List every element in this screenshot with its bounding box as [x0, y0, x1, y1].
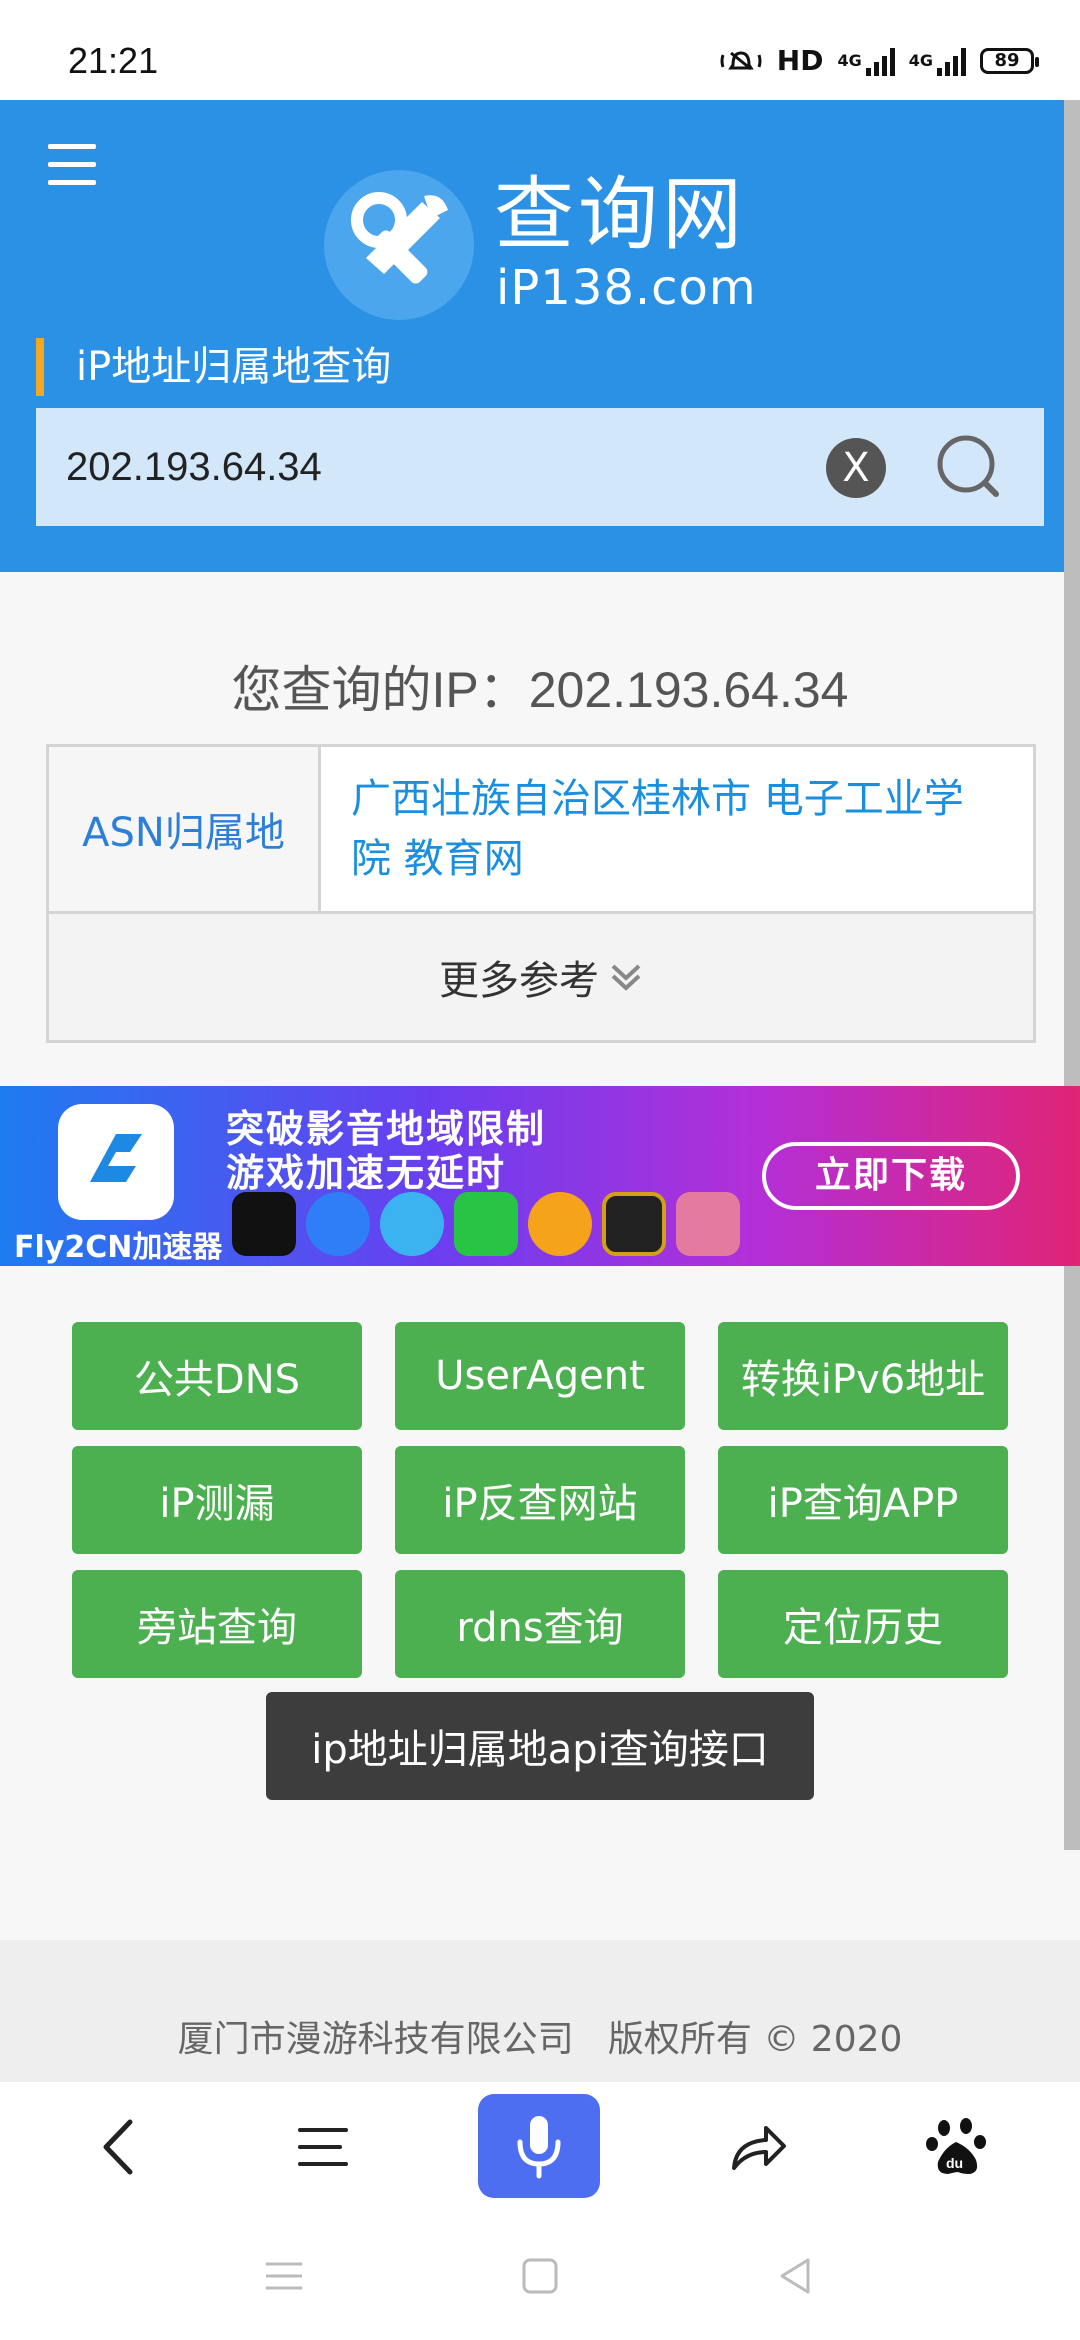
copyright-text: 厦门市漫游科技有限公司 版权所有 © 2020 [177, 2019, 903, 2060]
ip-search-input[interactable] [66, 408, 826, 526]
back-triangle-icon[interactable] [774, 2254, 818, 2298]
result-heading: 您查询的IP：202.193.64.34 [231, 662, 849, 718]
recents-icon[interactable] [262, 2254, 306, 2298]
page-scrollbar[interactable] [1064, 100, 1080, 1850]
logo-subtitle: iP138.com [496, 260, 757, 316]
banner-app-icons [232, 1192, 740, 1256]
search-box: X [36, 408, 1044, 526]
voice-search-button[interactable] [478, 2094, 600, 2198]
net-label-1: 4G [837, 51, 862, 70]
game-app-icon [602, 1192, 666, 1256]
tiktok-icon [232, 1192, 296, 1256]
menu-icon[interactable] [290, 2112, 360, 2182]
battery-icon: 89 [980, 47, 1039, 74]
banner-subheadline: 游戏加速无延时 [226, 1151, 507, 1195]
tools-icon [324, 170, 474, 320]
banner-app-name: Fly2CN加速器 [14, 1230, 223, 1265]
sibling-site-query-button[interactable]: 旁站查询 [72, 1570, 362, 1678]
status-bar: 21:21 HD 4G 4G 89 [0, 0, 1080, 100]
status-icons: HD 4G 4G 89 [719, 44, 1039, 77]
system-navigation-bar [0, 2210, 1080, 2340]
microphone-icon [517, 2116, 561, 2179]
more-reference-button[interactable]: 更多参考 [49, 914, 1033, 1040]
youku-icon [528, 1192, 592, 1256]
ip-api-button[interactable]: ip地址归属地api查询接口 [266, 1692, 814, 1800]
menu-line [48, 180, 96, 185]
ad-banner[interactable]: Fly2CN加速器 突破影音地域限制 游戏加速无延时 立即下载 [0, 1086, 1080, 1266]
ip-leak-test-button[interactable]: iP测漏 [72, 1446, 362, 1554]
anime-game-icon [676, 1192, 740, 1256]
tv-app-icon [380, 1192, 444, 1256]
baidu-icon[interactable]: du [922, 2112, 992, 2182]
site-header: 查询网 iP138.com iP地址归属地查询 X [0, 100, 1080, 572]
silent-icon [720, 50, 762, 70]
tool-links-grid: 公共DNS UserAgent 转换iPv6地址 iP测漏 iP反查网站 iP查… [72, 1322, 1008, 1678]
iqiyi-icon [454, 1192, 518, 1256]
menu-line [48, 144, 96, 149]
clear-button[interactable]: X [826, 438, 886, 498]
svg-text:du: du [946, 2155, 963, 2171]
back-icon[interactable] [86, 2112, 156, 2182]
logo-title: 查询网 [494, 168, 746, 261]
reverse-ip-lookup-button[interactable]: iP反查网站 [395, 1446, 685, 1554]
status-time: 21:21 [68, 40, 159, 81]
asn-value-link[interactable]: 广西壮族自治区桂林市 电子工业学院 教育网 [321, 747, 1033, 911]
site-logo[interactable]: 查询网 iP138.com [324, 170, 764, 320]
location-history-button[interactable]: 定位历史 [718, 1570, 1008, 1678]
signal-icon [865, 46, 895, 76]
asn-label: ASN归属地 [49, 747, 321, 911]
result-table: ASN归属地 广西壮族自治区桂林市 电子工业学院 教育网 更多参考 [46, 744, 1036, 1043]
more-reference-label: 更多参考 [439, 958, 599, 1004]
fly2cn-app-icon [58, 1104, 174, 1220]
double-chevron-down-icon [611, 964, 641, 991]
page-footer: 厦门市漫游科技有限公司 版权所有 © 2020 [0, 1940, 1080, 2082]
hamburger-menu-button[interactable] [48, 144, 96, 185]
menu-line [48, 162, 96, 167]
download-now-button[interactable]: 立即下载 [762, 1142, 1020, 1210]
section-title: iP地址归属地查询 [36, 338, 391, 396]
hd-label: HD [776, 44, 824, 77]
net-label-2: 4G [908, 51, 933, 70]
convert-ipv6-button[interactable]: 转换iPv6地址 [718, 1322, 1008, 1430]
public-dns-button[interactable]: 公共DNS [72, 1322, 362, 1430]
search-icon[interactable] [936, 434, 1002, 500]
home-icon[interactable] [518, 2254, 562, 2298]
video-app-icon [306, 1192, 370, 1256]
useragent-button[interactable]: UserAgent [395, 1322, 685, 1430]
signal-icon [937, 46, 966, 76]
share-icon[interactable] [722, 2112, 792, 2182]
rdns-query-button[interactable]: rdns查询 [395, 1570, 685, 1678]
browser-toolbar: du [0, 2082, 1080, 2210]
ip-query-app-button[interactable]: iP查询APP [718, 1446, 1008, 1554]
table-row: ASN归属地 广西壮族自治区桂林市 电子工业学院 教育网 [49, 747, 1033, 914]
